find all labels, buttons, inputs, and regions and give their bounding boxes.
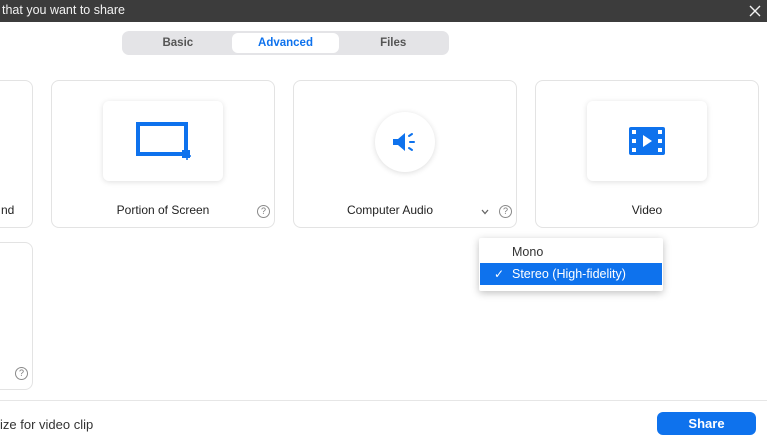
tab-files[interactable]: Files (339, 33, 447, 53)
card-portion-of-screen-label: Portion of Screen (116, 203, 210, 217)
card-computer-audio[interactable]: Computer Audio ? (293, 80, 517, 228)
card-portion-of-screen-thumb (103, 101, 223, 181)
video-film-icon (629, 127, 665, 155)
tab-advanced[interactable]: Advanced (231, 33, 340, 53)
close-icon (749, 5, 761, 17)
window-title: that you want to share (2, 3, 125, 17)
menu-item-stereo[interactable]: ✓ Stereo (High-fidelity) (480, 263, 662, 285)
card-left-partial[interactable]: nd (0, 80, 33, 228)
help-icon[interactable]: ? (499, 205, 512, 218)
card-video-label: Video (631, 203, 663, 217)
footer-divider (0, 400, 767, 401)
title-bar: that you want to share (0, 0, 767, 22)
card-portion-of-screen[interactable]: Portion of Screen ? (51, 80, 275, 228)
optimize-video-clip-label[interactable]: ize for video clip (0, 417, 93, 432)
help-icon[interactable]: ? (15, 367, 28, 380)
checkmark-icon: ✓ (494, 267, 505, 281)
close-button[interactable] (743, 0, 767, 22)
menu-item-stereo-label: Stereo (High-fidelity) (512, 267, 626, 281)
share-button[interactable]: Share (657, 412, 756, 435)
card-left-partial-label: nd (1, 203, 15, 217)
card-video[interactable]: Video (535, 80, 759, 228)
audio-options-dropdown-toggle[interactable] (479, 206, 491, 218)
card-computer-audio-thumb (375, 112, 435, 172)
menu-item-mono-label: Mono (512, 245, 544, 259)
tab-basic[interactable]: Basic (124, 33, 232, 53)
chevron-down-icon (481, 209, 489, 215)
card-bottom-partial[interactable]: ? (0, 242, 33, 390)
audio-options-menu: Mono ✓ Stereo (High-fidelity) (479, 238, 663, 291)
menu-item-mono[interactable]: Mono (480, 241, 662, 263)
card-video-thumb (587, 101, 707, 181)
portion-of-screen-icon (136, 122, 191, 160)
share-tabs: Basic Advanced Files (122, 31, 449, 55)
speaker-icon (393, 133, 415, 151)
